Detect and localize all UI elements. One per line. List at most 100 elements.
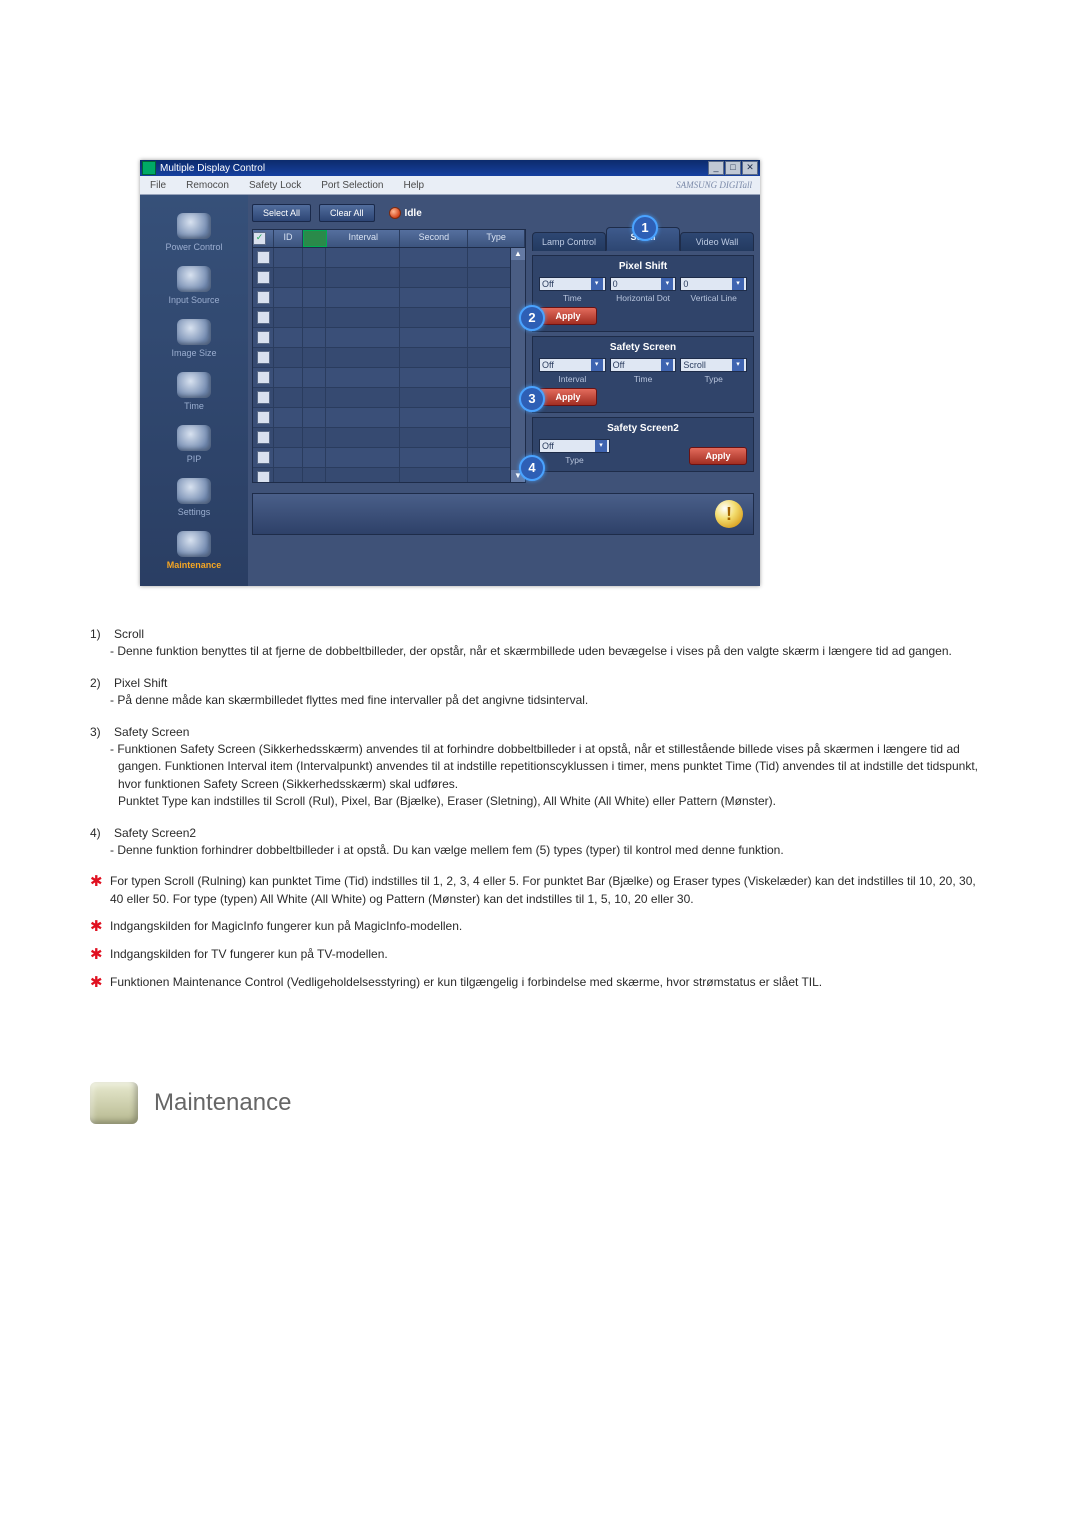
menu-safety-lock[interactable]: Safety Lock — [239, 178, 311, 193]
select-all-button[interactable]: Select All — [252, 204, 311, 222]
minimize-button[interactable]: _ — [708, 161, 724, 175]
pixel-shift-vline-select[interactable]: 0▾ — [680, 277, 747, 291]
display-grid: ✓ ID Interval Second Type — [252, 229, 526, 483]
safety-screen-time-select[interactable]: Off▾ — [610, 358, 677, 372]
doc-item-title: Safety Screen2 — [114, 825, 196, 842]
row-checkbox[interactable] — [257, 291, 270, 304]
close-button[interactable]: ✕ — [742, 161, 758, 175]
toolbar: Select All Clear All Idle — [248, 195, 760, 225]
chevron-down-icon: ▾ — [661, 359, 673, 371]
menu-file[interactable]: File — [140, 178, 176, 193]
sidebar-item-time[interactable]: Time — [140, 366, 248, 419]
grid-scrollbar[interactable]: ▲ ▼ — [510, 248, 525, 482]
table-row[interactable] — [253, 388, 525, 408]
pip-icon — [177, 425, 211, 451]
tab-video-wall[interactable]: Video Wall — [680, 232, 754, 251]
row-checkbox[interactable] — [257, 471, 270, 482]
row-checkbox[interactable] — [257, 391, 270, 404]
row-checkbox[interactable] — [257, 351, 270, 364]
section-heading-text: Maintenance — [154, 1089, 291, 1117]
safety-screen-apply-button[interactable]: Apply — [539, 388, 597, 406]
table-row[interactable] — [253, 368, 525, 388]
doc-item-3: 3) Safety Screen Funktionen Safety Scree… — [90, 724, 990, 811]
table-row[interactable] — [253, 328, 525, 348]
panel-title: Pixel Shift — [539, 261, 747, 272]
col-id: ID — [274, 230, 303, 247]
sidebar-item-label: Maintenance — [140, 560, 248, 570]
sidebar-item-image-size[interactable]: Image Size — [140, 313, 248, 366]
safety-screen2-apply-button[interactable]: Apply — [689, 447, 747, 465]
field-label: Time — [563, 293, 582, 303]
sidebar-item-power-control[interactable]: Power Control — [140, 207, 248, 260]
clear-all-button[interactable]: Clear All — [319, 204, 375, 222]
field-label: Type — [565, 455, 583, 465]
table-row[interactable] — [253, 408, 525, 428]
doc-item-title: Safety Screen — [114, 724, 189, 741]
maintenance-icon — [177, 531, 211, 557]
table-row[interactable] — [253, 288, 525, 308]
sidebar-item-label: PIP — [140, 454, 248, 464]
star-note-2: Indgangskilden for MagicInfo fungerer ku… — [90, 918, 990, 936]
col-checkbox: ✓ — [253, 230, 274, 247]
panel-title: Safety Screen — [539, 342, 747, 353]
image-size-icon — [177, 319, 211, 345]
col-second: Second — [400, 230, 468, 247]
table-row[interactable] — [253, 428, 525, 448]
row-checkbox[interactable] — [257, 451, 270, 464]
safety-screen-type-select[interactable]: Scroll▾ — [680, 358, 747, 372]
row-checkbox[interactable] — [257, 311, 270, 324]
callout-4: 4 — [519, 455, 545, 481]
controls-panel: Lamp Control Scroll Video Wall 1 Pixel S… — [532, 229, 754, 483]
table-row[interactable] — [253, 348, 525, 368]
row-checkbox[interactable] — [257, 431, 270, 444]
power-icon — [177, 213, 211, 239]
sidebar-item-label: Settings — [140, 507, 248, 517]
menu-remocon[interactable]: Remocon — [176, 178, 239, 193]
row-checkbox[interactable] — [257, 271, 270, 284]
table-row[interactable] — [253, 248, 525, 268]
sidebar-item-maintenance[interactable]: Maintenance — [140, 525, 248, 578]
sidebar-item-settings[interactable]: Settings — [140, 472, 248, 525]
sidebar-item-input-source[interactable]: Input Source — [140, 260, 248, 313]
row-checkbox[interactable] — [257, 371, 270, 384]
scroll-up-icon[interactable]: ▲ — [511, 248, 525, 260]
grid-header: ✓ ID Interval Second Type — [253, 230, 525, 248]
table-row[interactable] — [253, 308, 525, 328]
row-checkbox[interactable] — [257, 411, 270, 424]
settings-icon — [177, 478, 211, 504]
field-label: Type — [704, 374, 722, 384]
star-icon — [90, 946, 110, 964]
menu-help[interactable]: Help — [393, 178, 434, 193]
callout-1: 1 — [632, 215, 658, 241]
doc-item-body: Denne funktion benyttes til at fjerne de… — [118, 643, 990, 660]
col-interval: Interval — [327, 230, 400, 247]
safety-screen2-type-select[interactable]: Off▾ — [539, 439, 610, 453]
sidebar-item-pip[interactable]: PIP — [140, 419, 248, 472]
panel-safety-screen2: Safety Screen2 Off▾ Type Apply 4 — [532, 417, 754, 472]
table-row[interactable] — [253, 268, 525, 288]
menu-port-selection[interactable]: Port Selection — [311, 178, 393, 193]
star-note-body: Indgangskilden for TV fungerer kun på TV… — [110, 946, 990, 964]
doc-item-body: Denne funktion forhindrer dobbeltbillede… — [118, 842, 990, 859]
table-row[interactable] — [253, 448, 525, 468]
pixel-shift-time-select[interactable]: Off▾ — [539, 277, 606, 291]
panel-title: Safety Screen2 — [539, 423, 747, 434]
chevron-down-icon: ▾ — [661, 278, 673, 290]
safety-screen-interval-select[interactable]: Off▾ — [539, 358, 606, 372]
doc-item-body: Funktionen Safety Screen (Sikkerhedsskær… — [118, 741, 990, 811]
maximize-button[interactable]: □ — [725, 161, 741, 175]
pixel-shift-hdot-select[interactable]: 0▾ — [610, 277, 677, 291]
menubar: File Remocon Safety Lock Port Selection … — [140, 176, 760, 195]
pixel-shift-apply-button[interactable]: Apply — [539, 307, 597, 325]
table-row[interactable] — [253, 468, 525, 482]
chevron-down-icon: ▾ — [732, 359, 744, 371]
header-checkbox[interactable]: ✓ — [253, 232, 266, 245]
row-checkbox[interactable] — [257, 331, 270, 344]
row-checkbox[interactable] — [257, 251, 270, 264]
doc-item-title: Pixel Shift — [114, 675, 167, 692]
idle-label: Idle — [405, 208, 422, 219]
panel-pixel-shift: Pixel Shift Off▾ Time 0▾ Horizontal Dot — [532, 255, 754, 332]
sidebar-item-label: Image Size — [140, 348, 248, 358]
star-note-1: For typen Scroll (Rulning) kan punktet T… — [90, 873, 990, 908]
tab-lamp-control[interactable]: Lamp Control — [532, 232, 606, 251]
